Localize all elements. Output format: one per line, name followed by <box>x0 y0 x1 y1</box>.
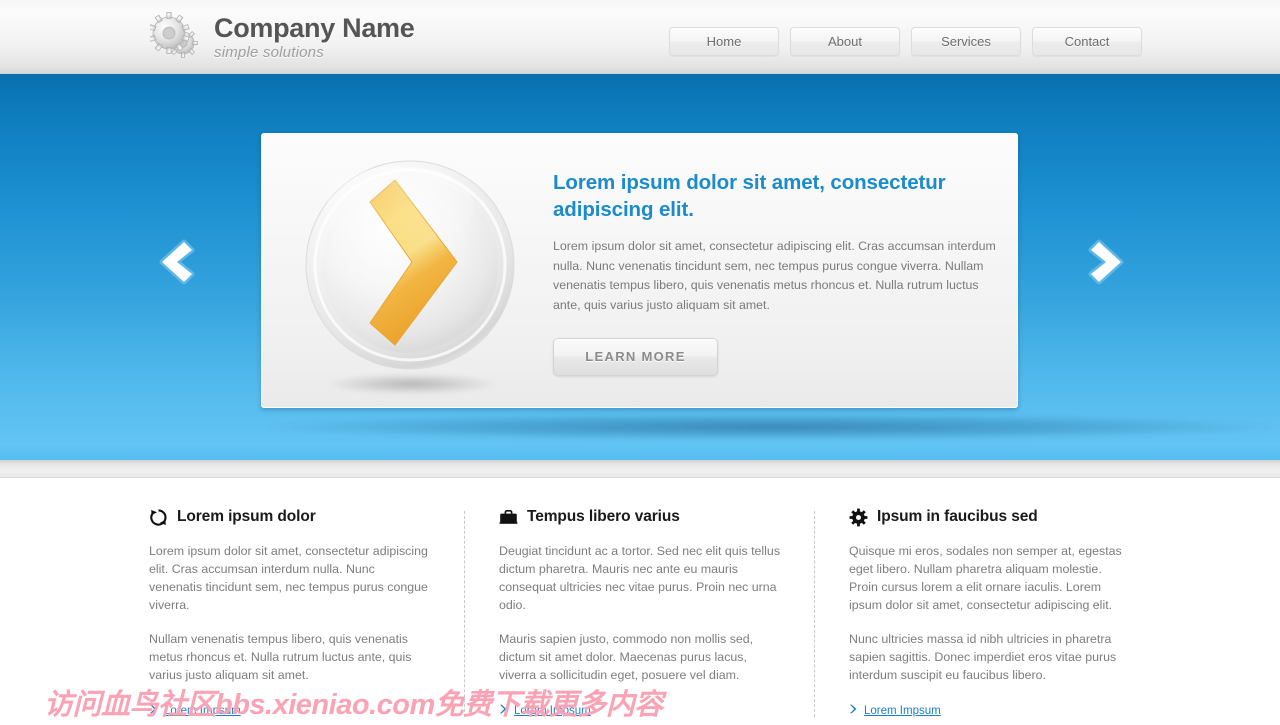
feature-paragraph-3b: Nunc ultricies massa id nibh ultricies i… <box>849 632 1117 682</box>
site-header: Company Name simple solutions Home About… <box>0 0 1280 74</box>
page-root: Company Name simple solutions Home About… <box>0 0 1280 725</box>
hero-paragraph: Lorem ipsum dolor sit amet, consectetur … <box>553 239 996 313</box>
chevron-right-small-icon <box>149 704 158 717</box>
chevron-right-small-icon <box>849 704 858 717</box>
column-divider-2 <box>814 511 815 717</box>
hero-text-block: Lorem ipsum dolor sit amet, consectetur … <box>553 169 998 376</box>
learn-more-button[interactable]: LEARN MORE <box>553 337 718 376</box>
brand: Company Name simple solutions <box>214 12 415 61</box>
feature-paragraph-2b: Mauris sapien justo, commodo non mollis … <box>499 632 754 682</box>
feature-link-2[interactable]: Lorem Impsum <box>499 704 591 717</box>
feature-heading-2: Tempus libero varius <box>499 505 849 529</box>
logo-block[interactable]: Company Name simple solutions <box>148 12 415 62</box>
chevron-sphere-icon <box>305 160 515 370</box>
chevron-left-icon <box>146 239 202 294</box>
feature-link-3[interactable]: Lorem Impsum <box>849 704 941 717</box>
column-divider-1 <box>464 511 465 717</box>
hero-panel-shadow <box>268 414 1274 440</box>
hero-panel: Lorem ipsum dolor sit amet, consectetur … <box>261 133 1018 408</box>
feature-column-2: Tempus libero varius Deugiat tincidunt a… <box>499 505 849 725</box>
feature-link-1[interactable]: Lorem Impsum <box>149 704 241 717</box>
feature-link-label-3: Lorem Impsum <box>864 704 941 717</box>
nav-contact[interactable]: Contact <box>1032 27 1142 56</box>
feature-column-3: Ipsum in faucibus sed Quisque mi eros, s… <box>849 505 1199 725</box>
chevron-right-icon <box>1081 239 1137 294</box>
feature-columns: Lorem ipsum dolor Lorem ipsum dolor sit … <box>0 505 1280 725</box>
feature-title-1: Lorem ipsum dolor <box>177 508 316 525</box>
feature-title-2: Tempus libero varius <box>527 508 680 525</box>
chevron-right-small-icon <box>499 704 508 717</box>
feature-column-1: Lorem ipsum dolor Lorem ipsum dolor sit … <box>149 505 499 725</box>
feature-paragraph-1a: Lorem ipsum dolor sit amet, consectetur … <box>149 544 428 612</box>
carousel-prev-button[interactable] <box>146 234 202 290</box>
band-bottom-strip <box>0 460 1280 478</box>
nav-home[interactable]: Home <box>669 27 779 56</box>
sphere-drop-shadow <box>329 374 495 394</box>
carousel-next-button[interactable] <box>1081 234 1137 290</box>
feature-link-label-2: Lorem Impsum <box>514 704 591 717</box>
hero-heading: Lorem ipsum dolor sit amet, consectetur … <box>553 171 946 221</box>
feature-heading-3: Ipsum in faucibus sed <box>849 505 1199 529</box>
feature-paragraph-1b: Nullam venenatis tempus libero, quis ven… <box>149 632 412 682</box>
brand-name: Company Name <box>214 12 415 43</box>
hero-visual <box>287 152 547 402</box>
nav-services[interactable]: Services <box>911 27 1021 56</box>
feature-heading-1: Lorem ipsum dolor <box>149 505 499 529</box>
main-navigation: Home About Services Contact <box>669 27 1142 56</box>
feature-paragraph-2a: Deugiat tincidunt ac a tortor. Sed nec e… <box>499 544 781 612</box>
brand-tagline: simple solutions <box>214 43 324 61</box>
feature-link-label-1: Lorem Impsum <box>164 704 241 717</box>
feature-title-3: Ipsum in faucibus sed <box>877 508 1038 525</box>
gear-icon <box>849 508 868 527</box>
nav-about[interactable]: About <box>790 27 900 56</box>
feature-paragraph-3a: Quisque mi eros, sodales non semper at, … <box>849 544 1122 612</box>
briefcase-icon <box>499 508 518 527</box>
gears-icon <box>148 12 202 62</box>
refresh-circle-icon <box>149 508 168 527</box>
